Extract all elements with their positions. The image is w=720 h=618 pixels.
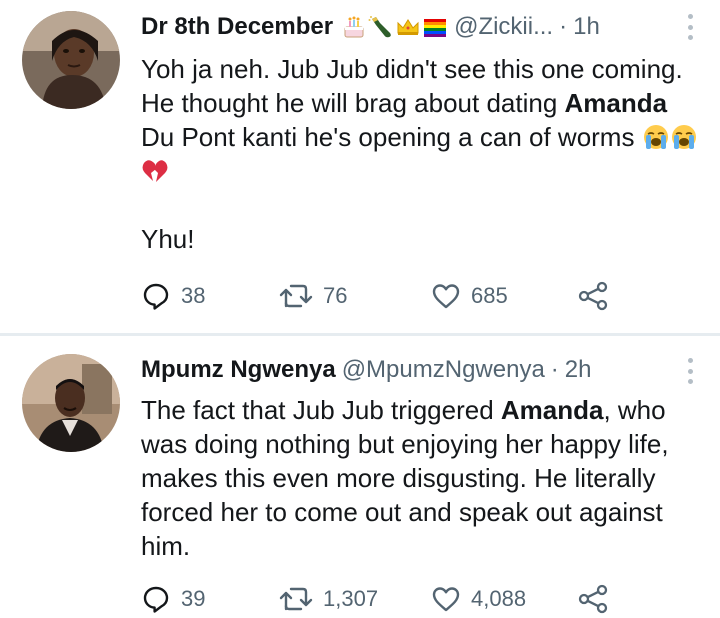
text-segment: The fact that Jub Jub triggered <box>141 395 501 425</box>
timestamp[interactable]: 2h <box>565 356 592 384</box>
author-name[interactable]: Mpumz Ngwenya <box>141 356 336 384</box>
text-segment: Du Pont kanti he's opening a can of worm… <box>141 122 642 152</box>
reply-button[interactable]: 39 <box>141 581 205 617</box>
crown-icon <box>397 19 419 35</box>
tweet-text: The fact that Jub Jub triggered Amanda, … <box>141 393 701 563</box>
tweet-text: Yoh ja neh. Jub Jub didn't see this one … <box>141 52 701 256</box>
loudly-crying-face-icon <box>643 125 668 149</box>
reply-count: 39 <box>181 586 206 611</box>
tweet-paragraph: Yhu! <box>141 224 195 254</box>
separator: · <box>559 13 568 40</box>
reply-icon <box>143 283 169 310</box>
tweet-paragraph: The fact that Jub Jub triggered Amanda, … <box>141 393 701 563</box>
tweet-header: Mpumz Ngwenya @MpumzNgwenya · 2h <box>141 353 700 387</box>
author-name[interactable]: Dr 8th December <box>141 13 333 41</box>
bold-keyword: Amanda <box>564 88 668 118</box>
share-button[interactable] <box>577 278 609 314</box>
retweet-count: 1,307 <box>323 586 379 611</box>
retweet-count: 76 <box>323 283 348 308</box>
author-handle[interactable]: @MpumzNgwenya <box>342 356 545 384</box>
like-icon <box>432 587 460 612</box>
tweet-actions: 38 76 685 <box>141 278 661 314</box>
author-handle[interactable]: @Zickii... <box>454 13 553 41</box>
champagne-bottle-icon <box>368 16 391 38</box>
avatar[interactable] <box>22 11 120 109</box>
like-icon <box>432 284 460 309</box>
reply-icon <box>143 586 169 613</box>
rainbow-flag-icon <box>424 19 447 37</box>
retweet-button[interactable]: 76 <box>279 278 347 314</box>
share-button[interactable] <box>577 581 609 617</box>
like-button[interactable]: 4,088 <box>431 581 526 617</box>
separator: · <box>550 356 559 383</box>
tweet-header: Dr 8th December @Zickii... · 1h <box>141 10 700 44</box>
avatar[interactable] <box>22 354 120 452</box>
birthday-cake-icon <box>344 16 364 38</box>
tweet-paragraph: Yoh ja neh. Jub Jub didn't see this one … <box>141 52 701 188</box>
bold-keyword: Amanda <box>500 395 604 425</box>
like-count: 685 <box>471 283 508 308</box>
timestamp[interactable]: 1h <box>573 13 600 41</box>
retweet-icon <box>279 587 313 611</box>
like-button[interactable]: 685 <box>431 278 508 314</box>
more-options-icon[interactable] <box>686 358 694 384</box>
tweet[interactable]: Dr 8th December @Zickii... · 1h Yoh ja n… <box>0 0 720 334</box>
reply-count: 38 <box>181 283 206 308</box>
tweet-actions: 39 1,307 4,088 <box>141 581 661 617</box>
broken-heart-icon <box>142 160 168 182</box>
tweet[interactable]: Mpumz Ngwenya @MpumzNgwenya · 2h The fac… <box>0 336 720 618</box>
retweet-icon <box>279 284 313 308</box>
like-count: 4,088 <box>471 586 527 611</box>
share-icon <box>578 281 608 311</box>
loudly-crying-face-icon <box>671 125 696 149</box>
reply-button[interactable]: 38 <box>141 278 205 314</box>
more-options-icon[interactable] <box>686 14 694 40</box>
retweet-button[interactable]: 1,307 <box>279 581 378 617</box>
name-emojis <box>341 15 448 39</box>
share-icon <box>578 584 608 614</box>
